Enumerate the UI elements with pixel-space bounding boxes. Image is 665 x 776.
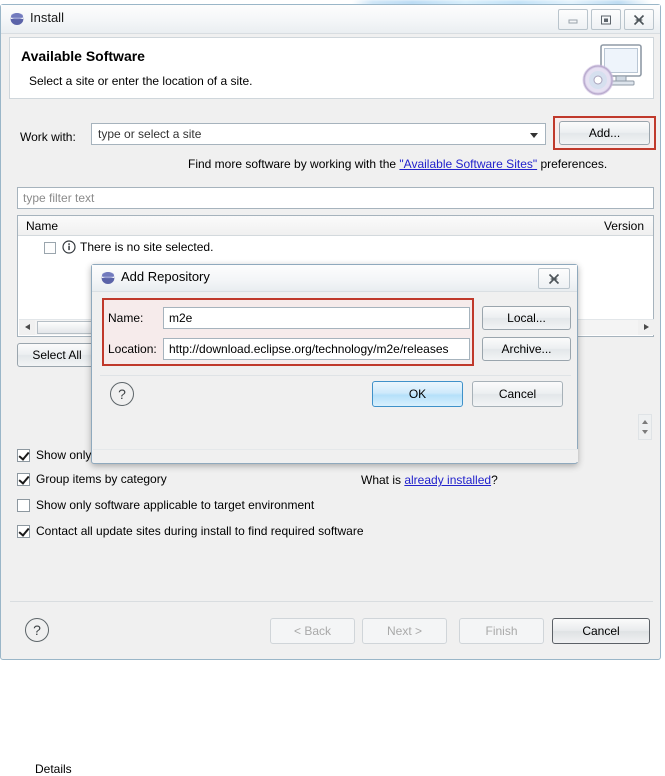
hint-prefix: Find more software by working with the [188,157,400,171]
option-label: Show only software applicable to target … [36,498,315,512]
archive-button[interactable]: Archive... [482,337,571,361]
scroll-up-arrow-icon[interactable] [642,420,648,424]
add-repository-dialog: Add Repository Name: m2e Location: http:… [91,264,578,464]
local-button[interactable]: Local... [482,306,571,330]
name-label: Name: [108,311,144,325]
add-repository-title: Add Repository [121,269,210,284]
add-button[interactable]: Add... [559,121,650,145]
column-header-name[interactable]: Name [26,219,58,233]
cancel-button[interactable]: Cancel [552,618,650,644]
footer-divider [10,601,653,602]
chevron-down-icon [530,133,538,138]
option-label: Contact all update sites during install … [36,524,364,538]
scroll-down-arrow-icon[interactable] [642,430,648,434]
hint-suffix: preferences. [537,157,608,171]
location-label: Location: [108,342,157,356]
checkbox-group-by-category[interactable] [17,473,30,486]
next-button[interactable]: Next > [362,618,447,644]
row-name: There is no site selected. [80,240,214,254]
help-question-glyph: ? [25,618,49,642]
details-scroll-arrows[interactable] [638,414,652,440]
ok-button[interactable]: OK [372,381,463,407]
option-label: Group items by category [36,472,167,486]
scroll-right-arrow-icon[interactable] [638,320,654,335]
dialog-divider [100,375,571,376]
window-controls [555,9,654,30]
close-icon[interactable] [624,9,654,30]
dialog-cancel-button[interactable]: Cancel [472,381,563,407]
maximize-icon[interactable] [591,9,621,30]
select-all-button[interactable]: Select All [17,343,97,367]
checkbox-show-latest-versions[interactable] [17,449,30,462]
scrollbar-thumb[interactable] [37,321,97,334]
scroll-left-arrow-icon[interactable] [19,320,35,335]
name-field-value: m2e [169,311,193,325]
location-field[interactable]: http://download.eclipse.org/technology/m… [163,338,470,360]
filter-input[interactable]: type filter text [17,187,654,209]
details-label: Details [35,762,72,776]
info-icon [62,240,76,254]
finish-button[interactable]: Finish [459,618,544,644]
help-question-glyph: ? [110,382,134,406]
tree-header: Name Version [18,216,653,236]
window-title: Install [30,10,64,25]
back-button[interactable]: < Back [270,618,355,644]
what-is-prefix: What is [361,473,405,487]
combo-dropdown-button[interactable] [525,124,545,144]
find-more-software-hint: Find more software by working with the "… [188,157,607,171]
checkbox-target-environment[interactable] [17,499,30,512]
name-field[interactable]: m2e [163,307,470,329]
eclipse-globe-icon [101,271,115,285]
what-is-already-installed: What is already installed? [361,473,498,487]
checkbox-contact-all-update-sites[interactable] [17,525,30,538]
help-icon[interactable]: ? [25,618,49,642]
available-software-sites-link[interactable]: "Available Software Sites" [399,157,537,171]
minimize-icon[interactable] [558,9,588,30]
page-subtitle: Select a site or enter the location of a… [29,74,253,88]
add-repository-titlebar: Add Repository [92,265,577,292]
already-installed-link[interactable]: already installed [404,473,491,487]
close-icon[interactable] [538,268,570,289]
site-combo[interactable]: type or select a site [91,123,546,145]
page-title: Available Software [21,48,145,64]
monitor-disc-icon [581,40,645,98]
what-is-suffix: ? [491,473,498,487]
row-checkbox[interactable] [44,242,56,254]
site-combo-value: type or select a site [98,127,202,141]
wizard-header-banner: Available Software Select a site or ente… [9,37,654,99]
eclipse-globe-icon [10,12,24,26]
dialog-bottom-strip [93,449,578,462]
table-row[interactable]: There is no site selected. [18,238,653,258]
window-titlebar: Install [1,5,660,34]
work-with-label: Work with: [20,130,76,144]
filter-placeholder: type filter text [23,191,95,205]
location-field-value: http://download.eclipse.org/technology/m… [169,342,449,356]
help-icon[interactable]: ? [110,382,134,406]
column-header-version[interactable]: Version [604,219,644,233]
